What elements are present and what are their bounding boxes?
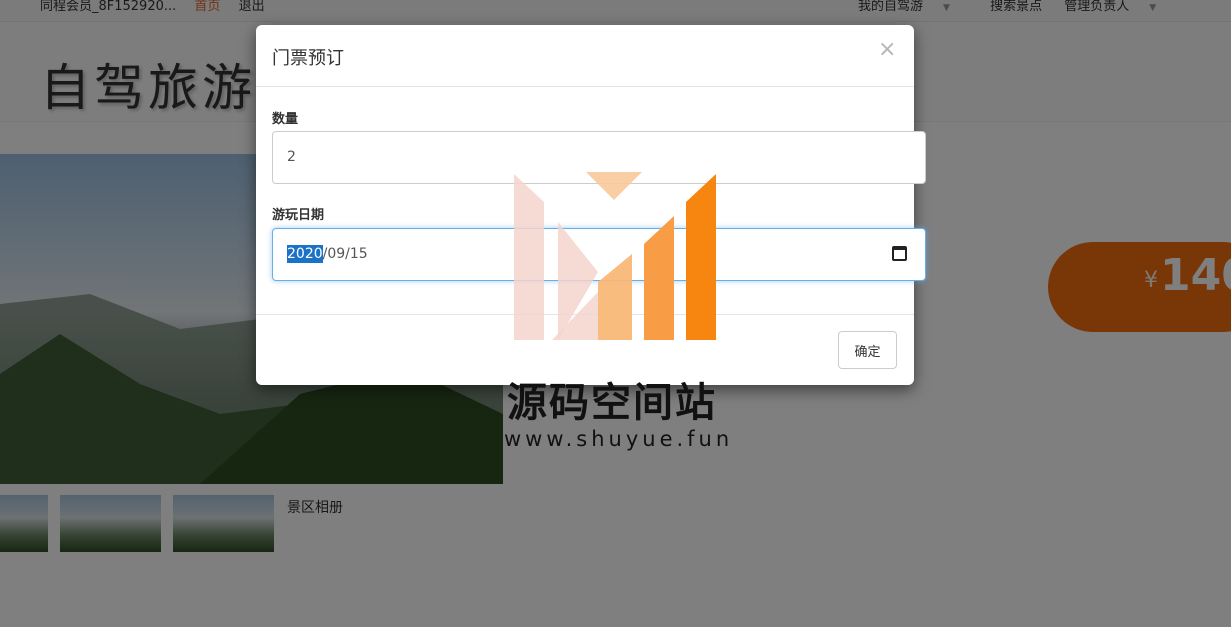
date-month-day-segment[interactable]: /09/15	[323, 246, 368, 262]
confirm-button[interactable]: 确定	[838, 331, 897, 369]
play-date-label: 游玩日期	[272, 208, 325, 223]
modal-header: 门票预订 ×	[256, 25, 914, 87]
watermark-logo	[514, 172, 716, 340]
quantity-label: 数量	[272, 112, 299, 127]
close-icon[interactable]: ×	[878, 39, 896, 61]
date-year-segment[interactable]: 2020	[287, 245, 323, 263]
watermark-name: 源码空间站	[507, 380, 717, 426]
modal-title: 门票预订	[272, 48, 344, 69]
watermark-url: www.shuyue.fun	[504, 427, 734, 451]
calendar-icon[interactable]	[892, 246, 907, 261]
